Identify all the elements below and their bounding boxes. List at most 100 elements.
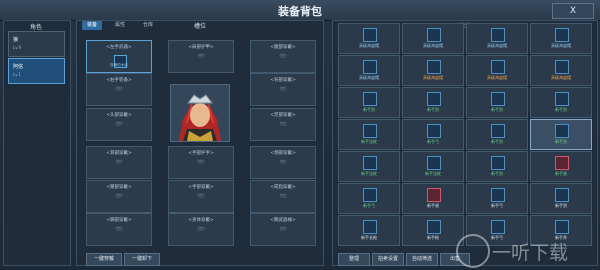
sword-icon <box>427 124 441 138</box>
watermark-text: 一听下载 <box>492 242 569 264</box>
inventory-item[interactable]: 高级海盗帽 <box>530 55 592 86</box>
item-name: 新手剑 <box>491 139 503 144</box>
inventory-item[interactable]: 新手剑 <box>530 87 592 118</box>
sword-icon <box>363 60 377 74</box>
inventory-item[interactable]: 新手弓 <box>338 183 400 214</box>
inventory-item[interactable]: 高级海盗帽 <box>338 55 400 86</box>
character-portrait <box>170 84 230 142</box>
inventory-item[interactable]: 新手剑 <box>466 119 528 150</box>
inventory-item[interactable]: 新手盾 <box>402 183 464 214</box>
inventory-item[interactable]: 新手剑 <box>338 87 400 118</box>
inventory-item[interactable]: 新手法杖 <box>338 119 400 150</box>
tab-warehouse[interactable]: 仓库 <box>138 21 158 30</box>
sword-icon <box>491 60 505 74</box>
sword-icon <box>363 188 377 202</box>
slot-label: <耳部穿戴> <box>106 151 132 156</box>
item-name: 高级海盗帽 <box>487 75 507 80</box>
slot-ring[interactable]: <戒指穿戴> (空) <box>250 180 316 213</box>
inventory-item[interactable]: 高级海盗帽 <box>402 55 464 86</box>
item-name: 新手剑 <box>555 107 567 112</box>
item-name: 新手法杖 <box>361 171 377 176</box>
slot-leg[interactable]: <腿部穿戴> (空) <box>250 40 316 73</box>
sword-icon <box>427 28 441 42</box>
sword-icon <box>427 60 441 74</box>
slot-status: (空) <box>197 226 205 231</box>
slot-neck[interactable]: <颈部穿戴> (空) <box>250 146 316 179</box>
slot-right-hand[interactable]: <右手装备> (空) <box>86 73 152 106</box>
inventory-item[interactable]: 新手法杖 <box>402 151 464 182</box>
sword-icon <box>555 92 569 106</box>
item-name: 新手剑 <box>491 171 503 176</box>
inventory-item[interactable]: 新手法杖 <box>338 151 400 182</box>
auction-settings-button[interactable]: 拍卖设置 <box>372 253 404 266</box>
slot-hand-guard[interactable]: <手部护手> (空) <box>168 146 234 179</box>
slot-feet[interactable]: <足部穿戴> (空) <box>250 108 316 141</box>
slot-label: <脚部穿戴> <box>106 218 132 223</box>
slot-label: <胸武器械> <box>270 218 296 223</box>
unequip-all-button[interactable]: 一键卸下 <box>124 253 160 266</box>
slot-status: (空) <box>279 53 287 58</box>
inventory-item[interactable]: 新手剑 <box>530 119 592 150</box>
slot-hand-wear[interactable]: <手部穿戴> (空) <box>168 180 234 213</box>
tab-attributes[interactable]: 属性 <box>110 21 130 30</box>
slot-status: (空) <box>279 86 287 91</box>
slot-chest[interactable]: <胸武器械> (空) <box>250 213 316 246</box>
slot-ear[interactable]: <耳部穿戴> (空) <box>86 146 152 179</box>
equip-all-button[interactable]: 一键穿戴 <box>86 253 122 266</box>
slot-status: (空) <box>279 159 287 164</box>
inventory-item[interactable]: 高级海盗帽 <box>338 23 400 54</box>
inventory-item[interactable]: 高级海盗帽 <box>466 23 528 54</box>
slot-label: <身体穿戴> <box>188 218 214 223</box>
slot-left-weapon[interactable]: <左手武器> 奴隶的木剑 <box>86 40 152 73</box>
slot-shoulder[interactable]: <肩部护甲> (空) <box>168 40 234 73</box>
inventory-item[interactable]: 新手剑 <box>530 183 592 214</box>
character-name: 阿信 <box>13 64 24 70</box>
inventory-item[interactable]: 新手剑 <box>402 87 464 118</box>
slot-body[interactable]: <身体穿戴> (空) <box>168 213 234 246</box>
slot-label: <头部穿戴> <box>106 113 132 118</box>
inventory-item[interactable]: 高级海盗帽 <box>402 23 464 54</box>
close-button[interactable]: X <box>552 3 594 19</box>
window-title: 装备背包 <box>278 5 322 18</box>
sword-icon <box>491 92 505 106</box>
sword-icon <box>555 124 569 138</box>
shield-icon <box>427 188 441 202</box>
character-name: 狼 <box>13 37 19 43</box>
slot-head[interactable]: <头部穿戴> (空) <box>86 108 152 141</box>
slot-back[interactable]: <背部穿戴> (空) <box>250 73 316 106</box>
inventory-item[interactable]: 新手剑 <box>466 87 528 118</box>
slot-label: <足部穿戴> <box>270 113 296 118</box>
watermark-logo-icon <box>456 234 490 268</box>
inventory-item[interactable]: 高级海盗帽 <box>466 55 528 86</box>
item-name: 高级海盗帽 <box>359 75 379 80</box>
slot-status: (空) <box>115 121 123 126</box>
slot-label: <背部穿戴> <box>270 78 296 83</box>
inventory-item[interactable]: 新手盾 <box>530 151 592 182</box>
character-card-lang[interactable]: 狼 Lv.9 <box>8 31 65 57</box>
slot-waist[interactable]: <腰部穿戴> (空) <box>86 180 152 213</box>
sword-icon <box>363 28 377 42</box>
slot-label: <手部护手> <box>188 151 214 156</box>
auto-filter-button[interactable]: 自动筛选 <box>406 253 438 266</box>
item-name: 新手长枪 <box>361 235 377 240</box>
character-level: Lv.1 <box>13 72 22 77</box>
inventory-item[interactable]: 高级海盗帽 <box>530 23 592 54</box>
tab-equipment[interactable]: 装备 <box>82 21 102 30</box>
character-level: Lv.9 <box>13 45 22 50</box>
inventory-item[interactable]: 新手长枪 <box>338 215 400 246</box>
slot-status: (空) <box>279 193 287 198</box>
equipment-bag-window: 装备背包 X 角色 狼 Lv.9 阿信 Lv.1 装备 属性 仓库 槽位 <左手… <box>0 0 600 270</box>
watermark: 一听下载 <box>452 232 598 268</box>
slot-label: <颈部穿戴> <box>270 151 296 156</box>
slot-label: <腿部穿戴> <box>270 45 296 50</box>
inventory-item[interactable]: 新手剑 <box>466 151 528 182</box>
item-name: 新手弓 <box>491 203 503 208</box>
inventory-item[interactable]: 新手弓 <box>466 183 528 214</box>
sort-button[interactable]: 整理 <box>338 253 370 266</box>
sword-icon <box>555 28 569 42</box>
slot-foot[interactable]: <脚部穿戴> (空) <box>86 213 152 246</box>
sword-icon <box>427 156 441 170</box>
character-card-axin[interactable]: 阿信 Lv.1 <box>8 58 65 84</box>
sword-icon <box>555 188 569 202</box>
inventory-item[interactable]: 新手弓 <box>402 119 464 150</box>
